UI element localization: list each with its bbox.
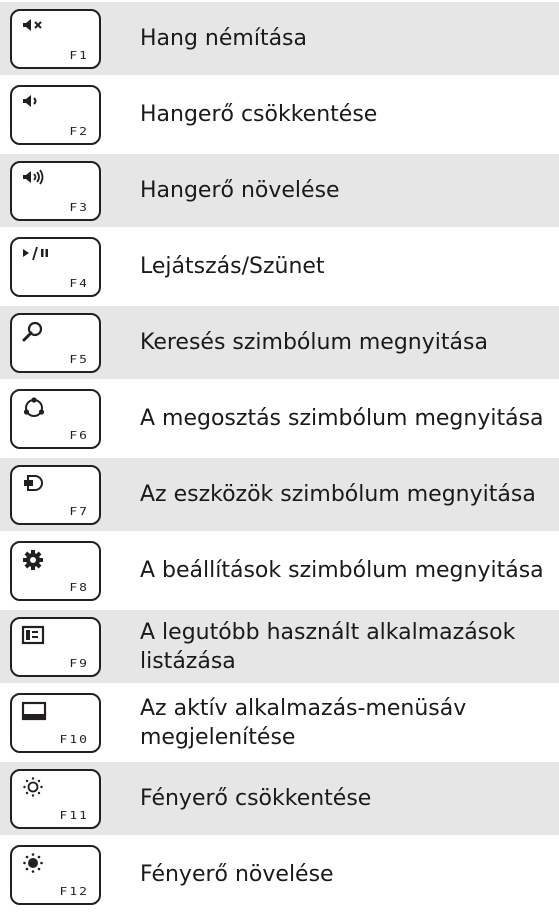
volume-down-icon (21, 92, 51, 118)
f7-key: F7 (10, 465, 101, 525)
f5-key: F5 (10, 313, 101, 373)
key-row-f5: F5 Keresés szimbólum megnyitása (0, 306, 559, 379)
key-row-f3: F3 Hangerő növelése (0, 154, 559, 227)
f6-key-code: F6 (69, 430, 89, 442)
f1-description: Hang némítása (140, 26, 307, 51)
f9-key: F9 (10, 617, 101, 677)
f8-key-code: F8 (69, 582, 89, 594)
f9-key-code: F9 (69, 658, 89, 670)
f4-key: F4 (10, 237, 101, 297)
search-icon (21, 320, 51, 346)
f4-key-code: F4 (69, 278, 89, 290)
key-row-f7: F7 Az eszközök szimbólum megnyitása (0, 458, 559, 531)
f10-key-code: F10 (59, 734, 89, 746)
f9-description: A legutóbb használt alkalmazások listázá… (140, 619, 516, 674)
f3-description: Hangerő növelése (140, 178, 340, 203)
key-row-f11: F11 Fényerő csökkentése (0, 762, 559, 835)
settings-gear-icon (21, 548, 51, 574)
f8-key: F8 (10, 541, 101, 601)
devices-icon (21, 472, 51, 498)
key-row-f1: F1 Hang némítása (0, 2, 559, 75)
f12-key-code: F12 (59, 886, 89, 898)
key-row-f6: F6 A megosztás szimbólum megnyitása (0, 382, 559, 455)
f1-key: F1 (10, 9, 101, 69)
f7-key-code: F7 (69, 506, 89, 518)
volume-up-icon (21, 168, 51, 194)
key-row-f2: F2 Hangerő csökkentése (0, 78, 559, 151)
f2-description: Hangerő csökkentése (140, 102, 378, 127)
f12-description: Fényerő növelése (140, 862, 334, 887)
key-row-f12: F12 Fényerő növelése (0, 838, 559, 911)
f6-description: A megosztás szimbólum megnyitása (140, 406, 544, 431)
f5-key-code: F5 (69, 354, 89, 366)
recent-apps-icon (21, 624, 51, 650)
f3-key-code: F3 (69, 202, 89, 214)
key-row-f9: F9 A legutóbb használt alkalmazások list… (0, 610, 559, 683)
f3-key: F3 (10, 161, 101, 221)
f10-description: Az aktív alkalmazás-menüsáv megjelenítés… (140, 695, 467, 750)
play-pause-icon (21, 244, 51, 270)
f2-key: F2 (10, 85, 101, 145)
f7-description: Az eszközök szimbólum megnyitása (140, 482, 536, 507)
brightness-up-icon (21, 852, 51, 878)
key-row-f4: F4 Lejátszás/Szünet (0, 230, 559, 303)
f12-key: F12 (10, 845, 101, 905)
f4-description: Lejátszás/Szünet (140, 254, 325, 279)
brightness-down-icon (21, 776, 51, 802)
f11-key-code: F11 (59, 810, 89, 822)
key-row-f10: F10 Az aktív alkalmazás-menüsáv megjelen… (0, 686, 559, 759)
f11-description: Fényerő csökkentése (140, 786, 372, 811)
f11-key: F11 (10, 769, 101, 829)
f6-key: F6 (10, 389, 101, 449)
f5-description: Keresés szimbólum megnyitása (140, 330, 488, 355)
share-icon (21, 396, 51, 422)
key-row-f8: F8 A beállítások szimbólum megnyitása (0, 534, 559, 607)
mute-icon (21, 16, 51, 42)
f10-key: F10 (10, 693, 101, 753)
f1-key-code: F1 (69, 50, 89, 62)
app-bar-icon (21, 700, 51, 726)
f8-description: A beállítások szimbólum megnyitása (140, 558, 544, 583)
f2-key-code: F2 (69, 126, 89, 138)
